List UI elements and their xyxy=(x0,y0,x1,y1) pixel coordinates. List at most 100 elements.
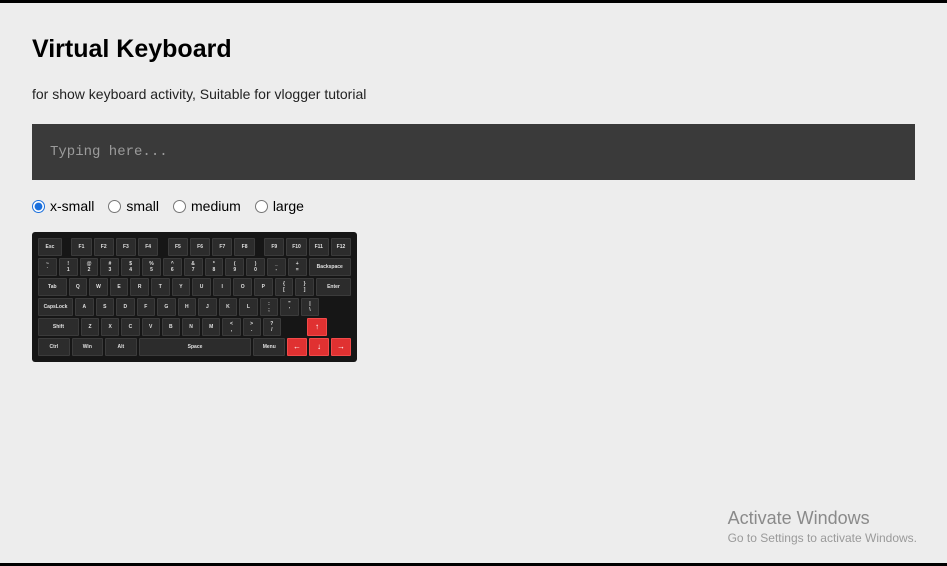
key-z[interactable]: Z xyxy=(81,318,99,336)
watermark-line1: Activate Windows xyxy=(728,508,917,529)
key-3[interactable]: #3 xyxy=(100,258,119,276)
typing-input[interactable] xyxy=(32,124,915,180)
size-option-large[interactable]: large xyxy=(255,198,304,214)
key-backspace[interactable]: Backspace xyxy=(309,258,351,276)
key-f1[interactable]: F1 xyxy=(71,238,91,256)
key-j[interactable]: J xyxy=(198,298,217,316)
size-label: small xyxy=(126,198,159,214)
key-quote[interactable]: "' xyxy=(280,298,299,316)
key-menu[interactable]: Menu xyxy=(253,338,285,356)
key-f4[interactable]: F4 xyxy=(138,238,158,256)
key-capslock[interactable]: CapsLock xyxy=(38,298,73,316)
key-g[interactable]: G xyxy=(157,298,176,316)
keyboard-row-a: CapsLock A S D F G H J K L :; "' |\ xyxy=(38,298,351,316)
key-d[interactable]: D xyxy=(116,298,135,316)
key-o[interactable]: O xyxy=(233,278,252,296)
key-f11[interactable]: F11 xyxy=(309,238,329,256)
size-option-small[interactable]: small xyxy=(108,198,159,214)
key-f8[interactable]: F8 xyxy=(234,238,254,256)
key-t[interactable]: T xyxy=(151,278,170,296)
page-subtitle: for show keyboard activity, Suitable for… xyxy=(32,86,915,102)
key-minus[interactable]: _- xyxy=(267,258,286,276)
key-semicolon[interactable]: :; xyxy=(260,298,279,316)
key-lbracket[interactable]: {[ xyxy=(275,278,294,296)
key-period[interactable]: >. xyxy=(243,318,261,336)
size-radio-small[interactable] xyxy=(108,200,121,213)
keyboard-row-z: Shift Z X C V B N M <, >. ?/ ↑ xyxy=(38,318,351,336)
key-f5[interactable]: F5 xyxy=(168,238,188,256)
key-shift[interactable]: Shift xyxy=(38,318,79,336)
key-v[interactable]: V xyxy=(142,318,160,336)
size-label: large xyxy=(273,198,304,214)
key-k[interactable]: K xyxy=(219,298,238,316)
size-radio-large[interactable] xyxy=(255,200,268,213)
key-2[interactable]: @2 xyxy=(80,258,99,276)
key-equals[interactable]: += xyxy=(288,258,307,276)
windows-activation-watermark: Activate Windows Go to Settings to activ… xyxy=(728,508,917,545)
key-alt[interactable]: Alt xyxy=(105,338,137,356)
key-6[interactable]: ^6 xyxy=(163,258,182,276)
key-space[interactable]: Space xyxy=(139,338,252,356)
key-f2[interactable]: F2 xyxy=(94,238,114,256)
size-option-x-small[interactable]: x-small xyxy=(32,198,94,214)
key-9[interactable]: (9 xyxy=(225,258,244,276)
size-radio-medium[interactable] xyxy=(173,200,186,213)
key-tab[interactable]: Tab xyxy=(38,278,67,296)
key-y[interactable]: Y xyxy=(172,278,191,296)
key-f10[interactable]: F10 xyxy=(286,238,306,256)
key-esc[interactable]: Esc xyxy=(38,238,62,256)
size-radio-x-small[interactable] xyxy=(32,200,45,213)
key-backtick[interactable]: ~` xyxy=(38,258,57,276)
size-option-medium[interactable]: medium xyxy=(173,198,241,214)
key-8[interactable]: *8 xyxy=(205,258,224,276)
key-h[interactable]: H xyxy=(178,298,197,316)
key-s[interactable]: S xyxy=(96,298,115,316)
key-f9[interactable]: F9 xyxy=(264,238,284,256)
key-i[interactable]: I xyxy=(213,278,232,296)
size-selector: x-small small medium large xyxy=(32,198,915,214)
watermark-line2: Go to Settings to activate Windows. xyxy=(728,531,917,545)
key-r[interactable]: R xyxy=(130,278,149,296)
key-slash[interactable]: ?/ xyxy=(263,318,281,336)
key-arrow-down[interactable]: ↓ xyxy=(309,338,329,356)
key-u[interactable]: U xyxy=(192,278,211,296)
key-w[interactable]: W xyxy=(89,278,108,296)
key-f12[interactable]: F12 xyxy=(331,238,351,256)
key-win[interactable]: Win xyxy=(72,338,104,356)
key-0[interactable]: )0 xyxy=(246,258,265,276)
keyboard-row-num: ~` !1 @2 #3 $4 %5 ^6 &7 *8 (9 )0 _- += B… xyxy=(38,258,351,276)
key-a[interactable]: A xyxy=(75,298,94,316)
key-x[interactable]: X xyxy=(101,318,119,336)
key-f6[interactable]: F6 xyxy=(190,238,210,256)
key-m[interactable]: M xyxy=(202,318,220,336)
keyboard-row-bottom: Ctrl Win Alt Space Menu ← ↓ → xyxy=(38,338,351,356)
key-comma[interactable]: <, xyxy=(222,318,240,336)
key-7[interactable]: &7 xyxy=(184,258,203,276)
key-l[interactable]: L xyxy=(239,298,258,316)
key-f[interactable]: F xyxy=(137,298,156,316)
key-enter[interactable]: Enter xyxy=(316,278,351,296)
key-5[interactable]: %5 xyxy=(142,258,161,276)
page-title: Virtual Keyboard xyxy=(32,35,915,64)
key-f3[interactable]: F3 xyxy=(116,238,136,256)
key-q[interactable]: Q xyxy=(69,278,88,296)
virtual-keyboard: Esc F1 F2 F3 F4 F5 F6 F7 F8 F9 F10 F11 F… xyxy=(32,232,357,362)
key-backslash[interactable]: |\ xyxy=(301,298,320,316)
key-b[interactable]: B xyxy=(162,318,180,336)
key-f7[interactable]: F7 xyxy=(212,238,232,256)
key-e[interactable]: E xyxy=(110,278,129,296)
key-arrow-left[interactable]: ← xyxy=(287,338,307,356)
key-p[interactable]: P xyxy=(254,278,273,296)
key-arrow-up[interactable]: ↑ xyxy=(307,318,327,336)
key-ctrl[interactable]: Ctrl xyxy=(38,338,70,356)
key-n[interactable]: N xyxy=(182,318,200,336)
key-1[interactable]: !1 xyxy=(59,258,78,276)
key-c[interactable]: C xyxy=(121,318,139,336)
size-label: medium xyxy=(191,198,241,214)
key-rbracket[interactable]: }] xyxy=(295,278,314,296)
size-label: x-small xyxy=(50,198,94,214)
keyboard-row-q: Tab Q W E R T Y U I O P {[ }] Enter xyxy=(38,278,351,296)
keyboard-row-fn: Esc F1 F2 F3 F4 F5 F6 F7 F8 F9 F10 F11 F… xyxy=(38,238,351,256)
key-arrow-right[interactable]: → xyxy=(331,338,351,356)
key-4[interactable]: $4 xyxy=(121,258,140,276)
